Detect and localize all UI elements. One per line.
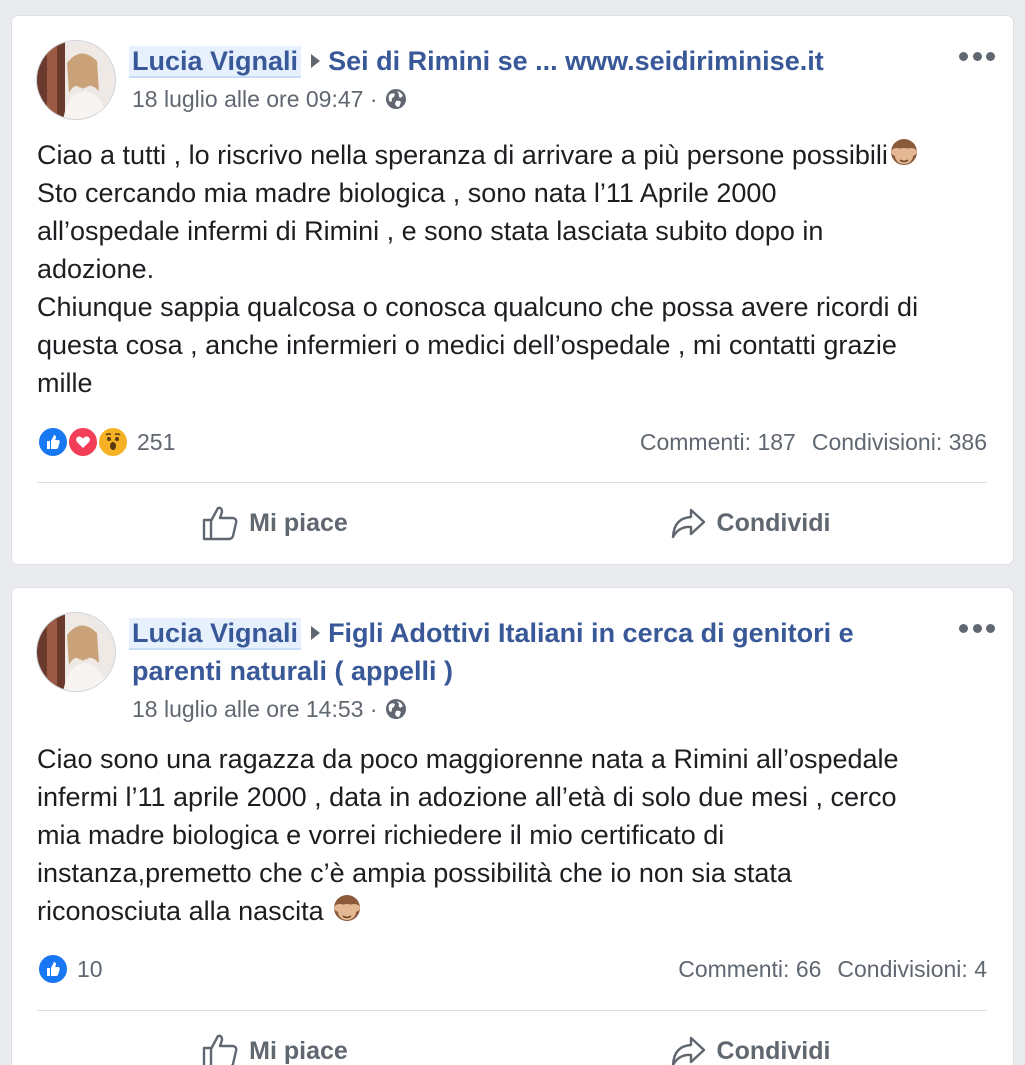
text-line: riconosciuta alla nascita [37, 896, 324, 926]
text-line: all’ospedale infermi di Rimini , e sono … [37, 216, 824, 246]
comments-count[interactable]: Commenti: 187 [640, 429, 796, 456]
reactions[interactable]: 251 [37, 426, 175, 458]
share-label: Condividi [716, 508, 831, 537]
divider [37, 482, 987, 483]
reaction-count[interactable]: 251 [137, 429, 175, 456]
post-card: Lucia Vignali Sei di Rimini se ... www.se… [12, 16, 1013, 564]
text-line: instanza,premetto che c’è ampia possibil… [37, 858, 792, 888]
group-name[interactable]: Sei di Rimini se ... www.seidiriminise.i… [328, 46, 824, 76]
shares-count[interactable]: Condivisioni: 386 [812, 429, 987, 456]
like-reaction-icon [37, 953, 69, 985]
post-text: Ciao a tutti , lo riscrivo nella speranz… [37, 136, 995, 402]
like-button[interactable]: Mi piace [37, 504, 512, 542]
share-label: Condividi [716, 1036, 831, 1065]
reaction-count[interactable]: 10 [77, 956, 103, 983]
avatar[interactable] [36, 40, 116, 120]
like-button[interactable]: Mi piace [37, 1032, 512, 1065]
text-line: Sto cercando mia madre biologica , sono … [37, 178, 777, 208]
timestamp[interactable]: 18 luglio alle ore 09:47 · [132, 84, 378, 114]
author-name[interactable]: Lucia Vignali [129, 618, 302, 650]
see-no-evil-monkey-icon [890, 139, 917, 165]
text-line: mia madre biologica e vorrei richiedere … [37, 820, 725, 850]
post-card: Lucia Vignali Figli Adottivi Italiani in … [12, 588, 1013, 1065]
share-button[interactable]: Condividi [512, 1032, 987, 1065]
arrow-right-icon [311, 626, 321, 640]
avatar[interactable] [36, 612, 116, 692]
share-button[interactable]: Condividi [512, 504, 987, 542]
timestamp[interactable]: 18 luglio alle ore 14:53 · [132, 694, 378, 724]
love-reaction-icon [67, 426, 99, 458]
post-stats: 251 Commenti: 187 Condivisioni: 386 [37, 425, 987, 459]
comments-count[interactable]: Commenti: 66 [678, 956, 821, 983]
text-line: Ciao a tutti , lo riscrivo nella speranz… [37, 140, 888, 170]
shares-count[interactable]: Condivisioni: 4 [837, 956, 987, 983]
text-line: Ciao sono una ragazza da poco maggiorenn… [37, 744, 899, 774]
text-line: infermi l’11 aprile 2000 , data in adozi… [37, 782, 897, 812]
like-reaction-icon [37, 426, 69, 458]
action-bar: Mi piace Condividi [37, 1021, 987, 1065]
news-feed: Lucia Vignali Sei di Rimini se ... www.se… [0, 0, 1025, 1065]
thumbs-up-icon [202, 506, 238, 541]
thumbs-up-icon [202, 1034, 238, 1065]
more-options-icon[interactable] [959, 48, 995, 64]
arrow-right-icon [311, 54, 321, 68]
like-label: Mi piace [249, 508, 348, 537]
see-no-evil-monkey-icon [334, 895, 361, 921]
globe-icon [385, 699, 406, 719]
wow-reaction-icon [97, 426, 129, 458]
text-line: questa cosa , anche infermieri o medici … [37, 330, 897, 360]
text-line: adozione. [37, 254, 155, 284]
share-arrow-icon [671, 508, 705, 539]
text-line: mille [37, 368, 93, 398]
action-bar: Mi piace Condividi [37, 493, 987, 553]
divider [37, 1010, 987, 1011]
post-text: Ciao sono una ragazza da poco maggiorenn… [37, 740, 995, 930]
more-options-icon[interactable] [959, 620, 995, 636]
post-stats: 10 Commenti: 66 Condivisioni: 4 [37, 952, 987, 986]
globe-icon [385, 89, 406, 109]
author-name[interactable]: Lucia Vignali [129, 46, 302, 78]
share-arrow-icon [671, 1036, 705, 1065]
reactions[interactable]: 10 [37, 953, 103, 985]
like-label: Mi piace [249, 1036, 348, 1065]
text-line: Chiunque sappia qualcosa o conosca qualc… [37, 292, 919, 322]
